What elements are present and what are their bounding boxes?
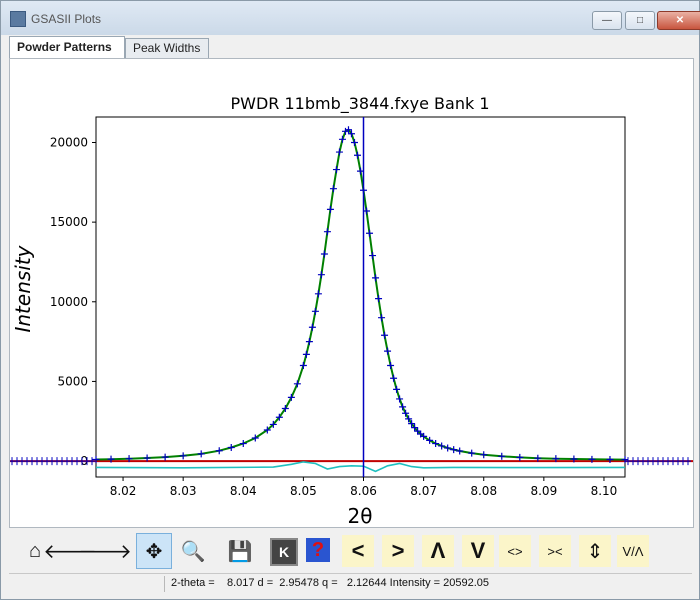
observed-point xyxy=(305,338,313,346)
shift-left-icon[interactable]: < xyxy=(342,535,374,567)
close-button[interactable]: ✕ xyxy=(657,11,700,30)
observed-point xyxy=(323,228,331,236)
observed-point xyxy=(393,385,401,393)
observed-point xyxy=(287,393,295,401)
minimize-button[interactable]: — xyxy=(592,11,622,30)
x-tick-label: 8.10 xyxy=(591,484,618,498)
plot-window: GSASII Plots — □ ✕ Powder Patterns Peak … xyxy=(0,0,700,600)
x-tick-label: 8.02 xyxy=(110,484,137,498)
observed-point xyxy=(480,451,488,459)
observed-point xyxy=(161,453,169,461)
observed-point xyxy=(353,151,361,159)
observed-point xyxy=(299,361,307,369)
observed-point xyxy=(372,274,380,282)
observed-point xyxy=(335,148,343,156)
title-bar[interactable]: GSASII Plots — □ ✕ xyxy=(1,1,700,35)
observed-point xyxy=(399,403,407,411)
observed-point xyxy=(384,347,392,355)
plot-canvas[interactable]: PWDR 11bmb_3844.fxye Bank 1 2θ Intensity… xyxy=(9,58,694,528)
save-icon[interactable]: 💾 xyxy=(224,535,256,567)
maximize-button[interactable]: □ xyxy=(625,11,655,30)
observed-point xyxy=(326,205,334,213)
y-tick-label: 15000 xyxy=(50,215,88,229)
observed-point xyxy=(375,295,383,303)
y-tick-label: 10000 xyxy=(50,295,88,309)
observed-point xyxy=(227,444,235,452)
y-tick-label: 5000 xyxy=(57,374,88,388)
observed-point xyxy=(317,271,325,279)
x-tick-label: 8.09 xyxy=(530,484,557,498)
x-tick-label: 8.06 xyxy=(350,484,377,498)
observed-point xyxy=(378,314,386,322)
observed-point xyxy=(387,361,395,369)
observed-point xyxy=(239,440,247,448)
shift-up-icon[interactable]: Λ xyxy=(422,535,454,567)
x-tick-label: 8.05 xyxy=(290,484,317,498)
observed-point xyxy=(179,452,187,460)
y-axis-label: Intensity xyxy=(11,244,35,332)
observed-point xyxy=(293,380,301,388)
window-title: GSASII Plots xyxy=(31,12,102,26)
observed-point xyxy=(498,452,506,460)
observed-point xyxy=(311,307,319,315)
observed-point xyxy=(621,456,629,464)
observed-point xyxy=(390,374,398,382)
help-icon[interactable]: ? xyxy=(306,538,330,562)
expand-y-icon[interactable]: ⇕ xyxy=(579,535,611,567)
status-readout: 2-theta = 8.017 d = 2.95478 q = 2.12644 … xyxy=(171,577,490,589)
series-difference xyxy=(95,461,626,473)
plot-toolbar: ⌂ 🡐 🡒 ✥ 🔍 💾 K? < > Λ V <> >< ⇕ V/Λ xyxy=(9,529,692,571)
contract-y-icon[interactable]: V/Λ xyxy=(617,535,649,567)
x-axis-label: 2θ xyxy=(348,504,373,527)
observed-point xyxy=(302,350,310,358)
observed-point xyxy=(332,166,340,174)
observed-point xyxy=(314,290,322,298)
observed-point xyxy=(366,229,374,237)
contract-x-icon[interactable]: >< xyxy=(539,535,571,567)
powder-pattern-chart[interactable]: PWDR 11bmb_3844.fxye Bank 1 2θ Intensity… xyxy=(9,59,693,528)
observed-point xyxy=(468,449,476,457)
observed-point xyxy=(338,135,346,143)
series-calculated xyxy=(95,128,626,461)
app-icon xyxy=(10,11,26,27)
shift-down-icon[interactable]: V xyxy=(462,535,494,567)
status-separator xyxy=(164,576,165,592)
x-tick-label: 8.03 xyxy=(170,484,197,498)
observed-point xyxy=(444,444,452,452)
shift-right-icon[interactable]: > xyxy=(382,535,414,567)
observed-point xyxy=(329,185,337,193)
status-bar: 2-theta = 8.017 d = 2.95478 q = 2.12644 … xyxy=(9,573,692,594)
observed-point xyxy=(308,323,316,331)
observed-point xyxy=(381,331,389,339)
observed-point xyxy=(516,453,524,461)
tab-powder-patterns[interactable]: Powder Patterns xyxy=(9,36,125,58)
y-tick-label: 20000 xyxy=(50,135,88,149)
observed-point xyxy=(456,447,464,455)
observed-point xyxy=(197,450,205,458)
chart-title: PWDR 11bmb_3844.fxye Bank 1 xyxy=(230,94,489,114)
observed-point xyxy=(432,440,440,448)
zoom-icon[interactable]: 🔍 xyxy=(177,535,209,567)
observed-point xyxy=(450,446,458,454)
observed-point xyxy=(89,457,95,466)
x-tick-label: 8.07 xyxy=(410,484,437,498)
forward-arrow-icon[interactable]: 🡒 xyxy=(78,535,132,567)
observed-point xyxy=(350,138,358,146)
observed-point xyxy=(369,252,377,260)
pan-icon[interactable]: ✥ xyxy=(136,533,172,569)
observed-point xyxy=(320,250,328,258)
k-key-icon[interactable]: K xyxy=(270,538,298,566)
tab-peak-widths[interactable]: Peak Widths xyxy=(125,38,209,58)
observed-point xyxy=(396,395,404,403)
x-tick-label: 8.04 xyxy=(230,484,257,498)
expand-x-icon[interactable]: <> xyxy=(499,535,531,567)
observed-point xyxy=(438,442,446,450)
x-tick-label: 8.08 xyxy=(470,484,497,498)
observed-point xyxy=(685,457,691,466)
observed-point xyxy=(215,447,223,455)
